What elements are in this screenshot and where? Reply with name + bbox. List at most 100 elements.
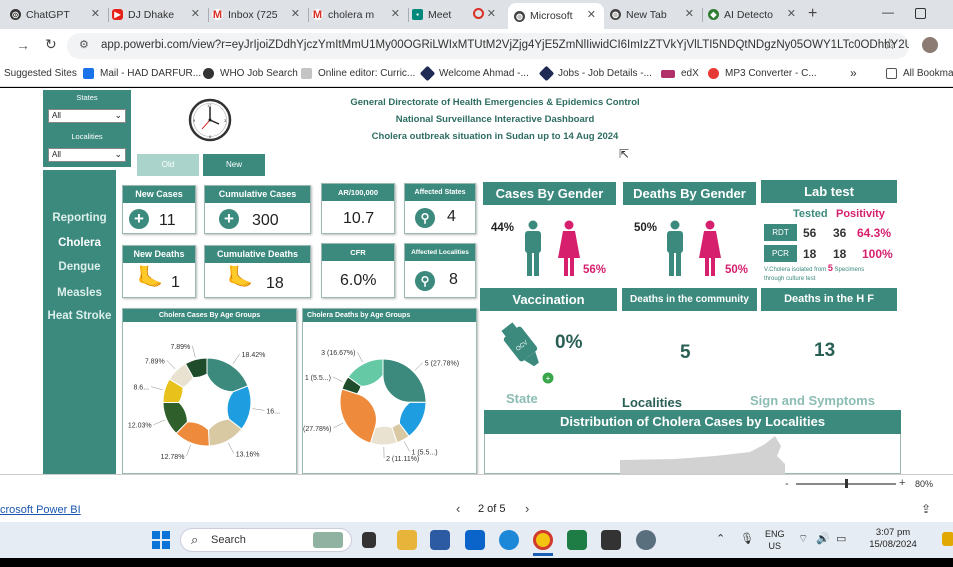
states-dropdown[interactable]: All ⌄: [48, 109, 126, 123]
slice-label: 12.03%: [128, 423, 152, 430]
tab-ai-detector[interactable]: ◆ AI Detecto ✕: [708, 2, 804, 27]
donut-slice[interactable]: [339, 388, 377, 444]
minimize-button[interactable]: —: [882, 5, 894, 19]
close-icon[interactable]: ✕: [787, 7, 796, 20]
donut-slice[interactable]: [206, 357, 249, 393]
tab-microsoft[interactable]: ◍ Microsoft ✕: [508, 3, 604, 29]
restore-button[interactable]: [915, 8, 926, 19]
bookmark-mail[interactable]: Mail - HAD DARFUR...: [83, 68, 201, 79]
reload-icon[interactable]: ↻: [45, 36, 57, 53]
close-icon[interactable]: ✕: [191, 7, 200, 20]
powerbi-brand-link[interactable]: crosoft Power BI: [0, 504, 81, 516]
close-icon[interactable]: ✕: [587, 8, 596, 21]
notification-icon[interactable]: [942, 532, 953, 546]
taskbar-search-box[interactable]: ⌕ Search: [180, 528, 352, 552]
site-info-icon[interactable]: ⚙: [79, 38, 89, 51]
clock-date[interactable]: 3:07 pm 15/08/2024: [862, 527, 924, 551]
next-page-button[interactable]: ›: [525, 501, 529, 516]
photos-icon[interactable]: [601, 530, 621, 550]
settings-icon[interactable]: [636, 530, 656, 550]
bookmarks-overflow-button[interactable]: »: [850, 66, 857, 80]
slice-leader-line: [414, 362, 423, 371]
close-icon[interactable]: ✕: [91, 7, 100, 20]
task-view-icon[interactable]: [362, 532, 376, 548]
bookmark-welcome[interactable]: Welcome Ahmad -...: [419, 65, 529, 82]
tab-youtube[interactable]: ▶ DJ Dhake ✕: [112, 2, 208, 27]
chrome-icon[interactable]: [533, 530, 553, 550]
excel-icon[interactable]: [567, 530, 587, 550]
hf-deaths-title: Deaths in the H F: [761, 288, 897, 311]
bookmark-suggested-sites[interactable]: Suggested Sites: [4, 68, 77, 79]
nav-dengue[interactable]: Dengue: [43, 261, 116, 273]
bookmark-mp3[interactable]: MP3 Converter - C...: [708, 68, 817, 79]
state-button[interactable]: State: [506, 391, 538, 406]
slice-label: 16...: [266, 408, 280, 415]
bookmark-online-editor[interactable]: Online editor: Curric...: [301, 68, 415, 79]
editor-icon: [301, 68, 312, 79]
tab-meet[interactable]: ▪ Meet ✕: [412, 2, 504, 27]
tab-newtab[interactable]: ◍ New Tab ✕: [610, 2, 702, 27]
cases-age-chart-panel: Cholera Cases By Age Groups 18.42% 16... 1…: [122, 308, 297, 474]
bookmark-jobs[interactable]: Jobs - Job Details -...: [538, 65, 652, 82]
kpi-label: AR/100,000: [322, 184, 394, 201]
share-icon[interactable]: ⇪: [921, 502, 931, 516]
close-icon[interactable]: ✕: [391, 7, 400, 20]
profile-avatar[interactable]: [922, 37, 938, 53]
tab-cholera[interactable]: Mcholera m ✕: [312, 2, 408, 27]
microphone-icon[interactable]: 🎙: [740, 532, 754, 545]
bookmark-edx[interactable]: edX: [661, 68, 699, 79]
old-toggle-button[interactable]: Old: [137, 154, 199, 176]
kpi-value: 4: [447, 208, 456, 225]
zoom-out-button[interactable]: -: [785, 478, 789, 490]
address-bar[interactable]: ⚙ app.powerbi.com/view?r=eyJrIjoiZDdhYjc…: [67, 33, 909, 59]
outlook-icon[interactable]: [465, 530, 485, 550]
gmail-icon: M: [212, 8, 223, 21]
zoom-in-button[interactable]: +: [899, 477, 905, 489]
volume-icon[interactable]: 🔊: [816, 532, 830, 545]
deaths-age-chart-panel: Cholera Deaths by Age Groups 5 (27.78%) 1…: [297, 308, 477, 474]
lab-positivity-value: 64.3%: [857, 226, 892, 240]
nav-measles[interactable]: Measles: [43, 287, 116, 299]
kpi-cfr: CFR 6.0%: [321, 243, 395, 298]
feet-icon: 🦶: [137, 266, 164, 289]
slice-leader-line: [150, 386, 163, 391]
zoom-slider-handle[interactable]: [845, 479, 848, 488]
bookmark-who[interactable]: WHO Job Search: [203, 68, 298, 79]
globe-icon: ◍: [514, 10, 525, 22]
tray-overflow-icon[interactable]: ⌃: [716, 532, 725, 545]
new-toggle-button[interactable]: New: [203, 154, 265, 176]
gmail-icon: M: [312, 8, 323, 21]
youtube-icon: ▶: [112, 9, 123, 20]
tab-chatgpt[interactable]: ◎ ChatGPT ✕: [10, 2, 108, 27]
windows-start-icon[interactable]: [152, 531, 170, 549]
wifi-icon[interactable]: ⌔: [798, 532, 808, 546]
edge-icon[interactable]: [499, 530, 519, 550]
battery-icon[interactable]: ▭: [836, 532, 846, 545]
signs-symptoms-button[interactable]: Sign and Symptoms: [750, 393, 875, 408]
all-bookmarks-button[interactable]: All Bookmarks: [886, 68, 953, 79]
slice-leader-line: [357, 352, 363, 363]
powerbi-footer: crosoft Power BI ‹ 2 of 5 › - + 80% ⇪: [0, 474, 953, 522]
file-explorer-icon[interactable]: [397, 530, 417, 550]
bookmark-star-icon[interactable]: ☆: [883, 35, 896, 53]
nav-reporting[interactable]: Reporting: [43, 212, 116, 224]
localities-button[interactable]: Localities: [622, 395, 682, 410]
tab-inbox[interactable]: M Inbox (725 ✕: [212, 2, 308, 27]
new-tab-button[interactable]: +: [808, 5, 817, 23]
nav-heat-stroke[interactable]: Heat Stroke: [43, 310, 116, 322]
language-indicator[interactable]: ENG US: [765, 528, 785, 552]
slice-leader-line: [153, 419, 165, 425]
close-icon[interactable]: ✕: [685, 7, 694, 20]
nav-cholera[interactable]: Cholera: [43, 237, 116, 249]
browser-tab-strip: ◎ ChatGPT ✕ ▶ DJ Dhake ✕ M Inbox (725 ✕ Mchole…: [0, 0, 953, 29]
male-icon: [525, 220, 541, 276]
close-icon[interactable]: ✕: [291, 7, 300, 20]
slice-label: 3 (16.67%): [321, 350, 355, 357]
close-icon[interactable]: ✕: [487, 7, 496, 20]
forward-icon[interactable]: →: [16, 37, 30, 53]
store-icon[interactable]: [430, 530, 450, 550]
localities-dropdown[interactable]: All ⌄: [48, 148, 126, 162]
previous-page-button[interactable]: ‹: [456, 501, 460, 516]
search-icon: ⌕: [191, 532, 199, 547]
community-deaths-title: Deaths in the community: [622, 288, 757, 311]
